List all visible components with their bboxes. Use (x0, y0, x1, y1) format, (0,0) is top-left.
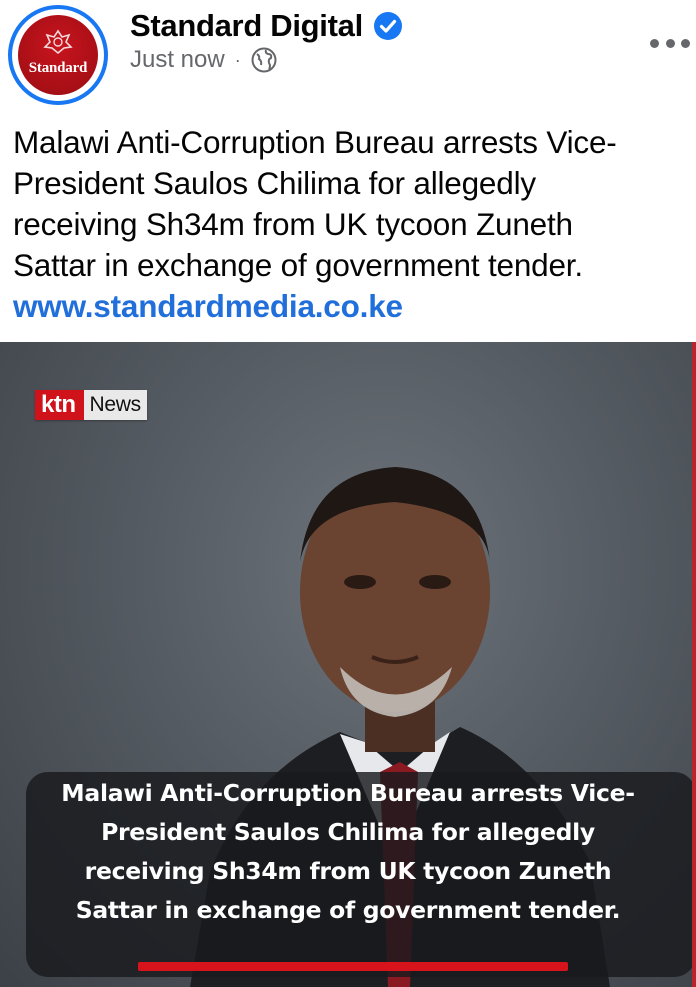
page-name-row: Standard Digital (130, 6, 403, 46)
caption-line: Malawi Anti-Corruption Bureau arrests Vi… (61, 779, 635, 807)
meta-separator: · (234, 49, 241, 70)
ktn-news-logo: ktn News (35, 390, 147, 420)
avatar-wordmark: Standard (28, 60, 88, 76)
standard-logo: Standard (18, 15, 98, 95)
crest-icon (43, 29, 73, 55)
ktn-logo-news: News (83, 390, 147, 420)
caption-line: receiving Sh34m from UK tycoon Zuneth (84, 857, 612, 885)
post-text: Malawi Anti-Corruption Bureau arrests Vi… (13, 122, 683, 286)
globe-icon (251, 47, 277, 73)
ktn-logo-ktn: ktn (35, 390, 84, 420)
image-edge-stripe (692, 342, 696, 987)
image-caption: Malawi Anti-Corruption Bureau arrests Vi… (0, 774, 696, 930)
more-options-button[interactable] (650, 36, 690, 50)
post-image[interactable]: ktn News Malawi Anti-Corruption Bureau a… (0, 342, 696, 987)
post-text-line: President Saulos Chilima for allegedly (13, 165, 536, 201)
post-text-line: Sattar in exchange of government tender. (13, 247, 583, 283)
post-link[interactable]: www.standardmedia.co.ke (13, 286, 403, 327)
post-text-line: Malawi Anti-Corruption Bureau arrests Vi… (13, 124, 617, 160)
post-text-line: receiving Sh34m from UK tycoon Zuneth (13, 206, 573, 242)
more-dot (681, 38, 690, 48)
caption-line: Sattar in exchange of government tender. (75, 896, 621, 924)
post-meta: Just now · (130, 46, 277, 74)
verified-badge-icon (373, 12, 402, 40)
caption-line: President Saulos Chilima for allegedly (101, 818, 595, 846)
more-dot (650, 38, 659, 48)
post-header: Standard Standard Digital Just now · (0, 0, 696, 112)
page-name[interactable]: Standard Digital (130, 8, 363, 44)
more-dot (665, 38, 675, 48)
timestamp[interactable]: Just now (130, 46, 225, 74)
avatar[interactable]: Standard (8, 5, 108, 105)
caption-accent-bar (138, 962, 568, 971)
